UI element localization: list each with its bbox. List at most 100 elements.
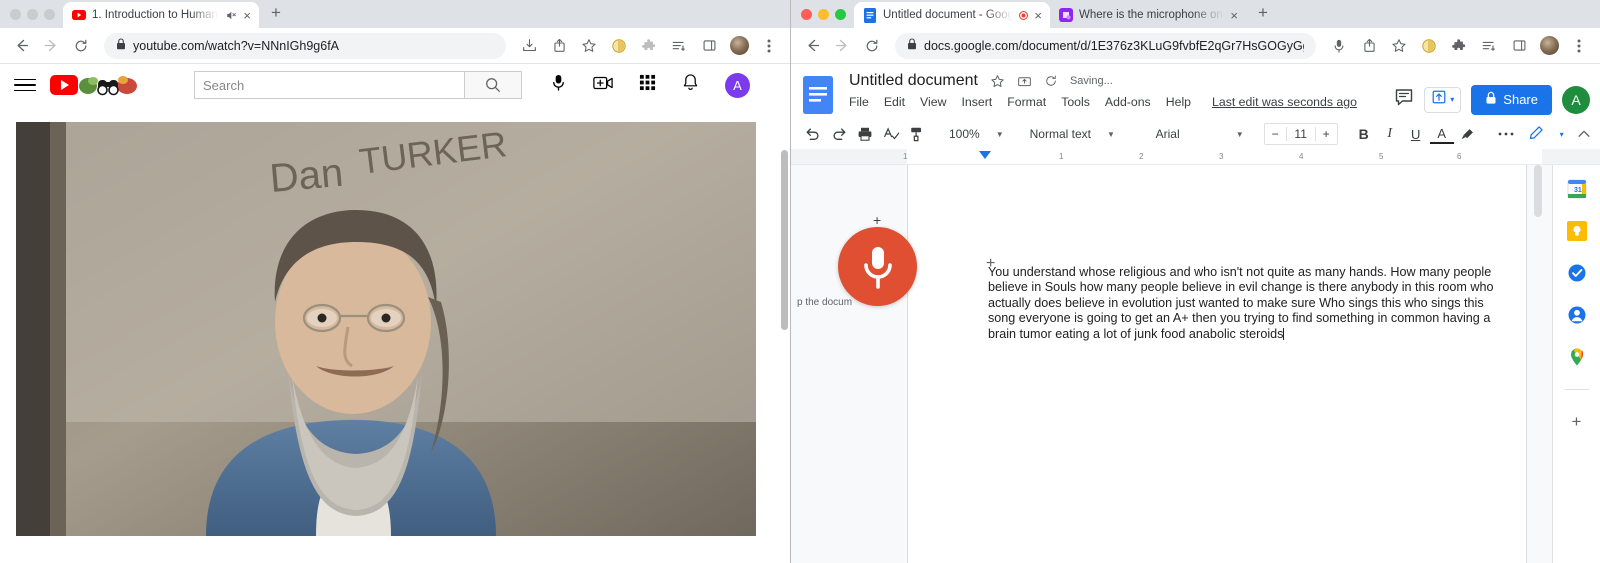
menu-view[interactable]: View	[920, 95, 946, 109]
print-icon[interactable]	[853, 122, 877, 146]
share-icon[interactable]	[1356, 33, 1382, 59]
menu-edit[interactable]: Edit	[884, 95, 905, 109]
menu-file[interactable]: File	[849, 95, 869, 109]
left-window-controls[interactable]	[6, 0, 63, 28]
window-minimize-button[interactable]	[818, 8, 829, 20]
search-button[interactable]	[464, 71, 522, 99]
font-size-increase[interactable]: +	[1316, 127, 1337, 141]
star-icon[interactable]	[1386, 33, 1412, 59]
google-tasks-icon[interactable]	[1567, 263, 1587, 283]
window-zoom-button[interactable]	[44, 8, 55, 20]
microphone-icon[interactable]	[550, 73, 567, 97]
undo-icon[interactable]	[801, 122, 825, 146]
menu-insert[interactable]: Insert	[961, 95, 992, 109]
text-color-button[interactable]: A	[1429, 124, 1454, 144]
google-keep-icon[interactable]	[1566, 221, 1587, 241]
docs-ruler[interactable]: 1 1 2 3 4 5 6	[791, 149, 1600, 165]
font-selector[interactable]: Arial ▼	[1150, 122, 1250, 146]
tab-microphone-search[interactable]: Where is the microphone on a ×	[1050, 2, 1246, 28]
account-avatar[interactable]: A	[1562, 85, 1590, 114]
three-dot-menu-icon[interactable]	[756, 33, 782, 59]
overlay-add-button[interactable]: +	[873, 212, 881, 228]
left-address-bar[interactable]: youtube.com/watch?v=NNnIGh9g6fA	[104, 32, 506, 59]
font-size-decrease[interactable]: −	[1265, 127, 1286, 141]
star-icon[interactable]	[990, 74, 1005, 89]
underline-button[interactable]: U	[1404, 122, 1428, 146]
search-input[interactable]: Search	[194, 71, 464, 99]
font-size-stepper[interactable]: − 11 +	[1263, 123, 1338, 145]
zoom-selector[interactable]: 100% ▼	[943, 122, 1010, 146]
menu-help[interactable]: Help	[1166, 95, 1191, 109]
more-options-icon[interactable]	[1494, 122, 1518, 146]
reload-icon[interactable]	[859, 33, 885, 59]
menu-add-ons[interactable]: Add-ons	[1105, 95, 1151, 109]
google-contacts-icon[interactable]	[1567, 305, 1587, 325]
edit-mode-selector[interactable]: ▾	[1522, 122, 1570, 146]
document-scrollbar[interactable]	[1534, 165, 1542, 217]
indent-marker[interactable]	[979, 151, 991, 159]
paint-format-icon[interactable]	[905, 122, 929, 146]
right-window-controls[interactable]	[797, 0, 854, 28]
paragraph-style-selector[interactable]: Normal text ▼	[1024, 122, 1136, 146]
create-video-icon[interactable]	[593, 75, 613, 96]
profile-avatar-icon[interactable]	[1536, 33, 1562, 59]
highlighter-icon[interactable]	[1456, 122, 1480, 146]
tab-close-button[interactable]: ×	[243, 9, 251, 22]
menu-tools[interactable]: Tools	[1061, 95, 1090, 109]
right-address-bar[interactable]: docs.google.com/document/d/1E376z3KLuG9f…	[895, 32, 1316, 59]
new-tab-button[interactable]: +	[1246, 4, 1280, 25]
share-icon[interactable]	[546, 33, 572, 59]
avatar[interactable]: A	[725, 72, 750, 98]
forward-arrow-icon[interactable]	[38, 33, 64, 59]
reading-list-icon[interactable]	[666, 33, 692, 59]
move-to-folder-icon[interactable]	[1017, 74, 1032, 89]
video-player[interactable]: Dan TURKER	[16, 122, 756, 536]
binoculars-doodle[interactable]	[78, 72, 138, 98]
collapse-toolbar-icon[interactable]	[1572, 122, 1596, 146]
document-outline-panel[interactable]: p the docum	[791, 165, 907, 563]
window-minimize-button[interactable]	[27, 8, 38, 20]
star-icon[interactable]	[576, 33, 602, 59]
share-button[interactable]: Share	[1471, 84, 1552, 115]
forward-arrow-icon[interactable]	[829, 33, 855, 59]
brave-shield-icon[interactable]	[606, 33, 632, 59]
new-tab-button[interactable]: +	[259, 4, 293, 25]
tab-google-docs[interactable]: Untitled document - Goog ×	[854, 2, 1050, 28]
install-icon[interactable]	[516, 33, 542, 59]
three-dot-menu-icon[interactable]	[1566, 33, 1592, 59]
google-calendar-icon[interactable]: 31	[1567, 179, 1587, 199]
speaker-mute-icon[interactable]	[224, 9, 237, 22]
side-panel-icon[interactable]	[696, 33, 722, 59]
tab-youtube[interactable]: 1. Introduction to Human B ×	[63, 2, 259, 28]
font-size-value[interactable]: 11	[1285, 127, 1316, 141]
spellcheck-icon[interactable]	[879, 122, 903, 146]
brave-shield-icon[interactable]	[1416, 33, 1442, 59]
youtube-apps-icon[interactable]	[639, 74, 656, 96]
tab-close-button[interactable]: ×	[1230, 9, 1238, 22]
bell-icon[interactable]	[682, 73, 699, 97]
tab-close-button[interactable]: ×	[1034, 9, 1042, 22]
add-addon-icon[interactable]: +	[1567, 412, 1587, 432]
window-close-button[interactable]	[10, 8, 21, 20]
last-edit-label[interactable]: Last edit was seconds ago	[1212, 95, 1357, 109]
document-page[interactable]: + You understand whose religious and who…	[907, 165, 1527, 563]
document-text[interactable]: You understand whose religious and who i…	[988, 265, 1496, 342]
reading-list-icon[interactable]	[1476, 33, 1502, 59]
italic-button[interactable]: I	[1378, 122, 1402, 146]
side-panel-icon[interactable]	[1506, 33, 1532, 59]
google-maps-icon[interactable]	[1567, 347, 1587, 367]
youtube-logo[interactable]	[50, 75, 78, 95]
comment-history-icon[interactable]	[1394, 87, 1414, 112]
page-title[interactable]: Untitled document	[849, 72, 978, 90]
back-arrow-icon[interactable]	[799, 33, 825, 59]
back-arrow-icon[interactable]	[8, 33, 34, 59]
present-upload-button[interactable]: ▾	[1424, 86, 1462, 113]
window-zoom-button[interactable]	[835, 8, 846, 20]
bold-button[interactable]: B	[1352, 122, 1376, 146]
voice-typing-mic-button[interactable]	[838, 227, 917, 306]
menu-format[interactable]: Format	[1007, 95, 1046, 109]
profile-avatar-icon[interactable]	[726, 33, 752, 59]
google-docs-document-icon[interactable]	[803, 76, 843, 119]
page-scrollbar[interactable]	[781, 150, 788, 330]
reload-icon[interactable]	[68, 33, 94, 59]
